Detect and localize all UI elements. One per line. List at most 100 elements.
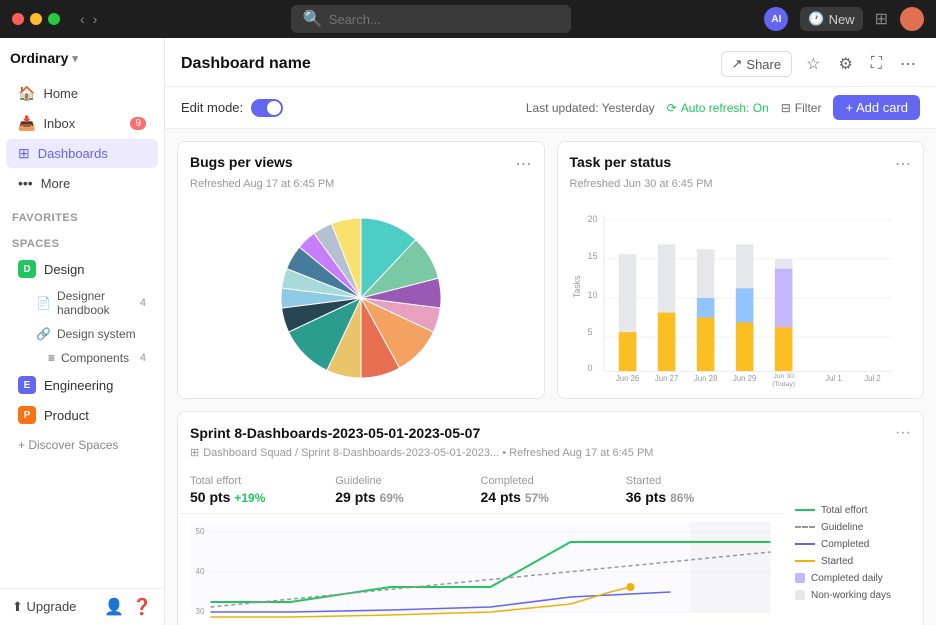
legend-total-effort: Total effort [795,505,911,516]
sprint-chart: 50 40 30 [178,514,783,625]
svg-text:Jun 26: Jun 26 [615,374,638,383]
ai-badge[interactable]: AI [764,7,788,31]
svg-text:30: 30 [196,607,205,616]
metric-completed: Completed 24 pts 57% [481,475,626,505]
search-input[interactable] [329,12,559,27]
link-icon: 🔗 [36,327,51,341]
task-card-menu[interactable]: ⋯ [895,154,911,174]
favorites-section-label: Favorites [0,202,164,228]
cards-grid: Bugs per views ⋯ Refreshed Aug 17 at 6:4… [165,129,936,411]
discover-spaces[interactable]: + Discover Spaces [6,432,158,458]
sidebar-item-product[interactable]: P Product [6,401,158,429]
help-icon[interactable]: ❓ [132,597,152,617]
bugs-card: Bugs per views ⋯ Refreshed Aug 17 at 6:4… [177,141,545,399]
inbox-icon: 📥 [18,115,35,132]
sprint-metrics-chart: Total effort 50 pts +19% Guideline 29 pt… [178,467,783,625]
avatar[interactable] [900,7,924,31]
task-card-header: Task per status ⋯ [558,142,924,178]
sidebar-item-design-system[interactable]: 🔗 Design system [6,323,158,345]
doc-icon: 📄 [36,296,51,310]
bugs-card-header: Bugs per views ⋯ [178,142,544,178]
svg-text:0: 0 [587,363,592,373]
sprint-breadcrumb: ⊞ Dashboard Squad / Sprint 8-Dashboards-… [178,446,923,467]
task-card-title: Task per status [570,154,672,170]
svg-text:15: 15 [587,251,597,261]
legend-line-total-effort [795,509,815,511]
filter-button[interactable]: ⊟ Filter [781,101,822,115]
sidebar: Ordinary ▾ 🏠 Home 📥 Inbox 9 ⊞ Dashboards… [0,38,165,625]
svg-text:5: 5 [587,327,592,337]
sprint-content: Total effort 50 pts +19% Guideline 29 pt… [178,467,923,625]
list-icon: ≡ [48,351,55,365]
svg-text:Jun 27: Jun 27 [654,374,677,383]
edit-mode-switch[interactable] [251,99,283,117]
star-icon[interactable]: ☆ [802,50,824,78]
main-layout: Ordinary ▾ 🏠 Home 📥 Inbox 9 ⊞ Dashboards… [0,38,936,625]
sidebar-item-inbox[interactable]: 📥 Inbox 9 [6,109,158,138]
sidebar-item-more[interactable]: ••• More [6,169,158,197]
sprint-card-menu[interactable]: ··· [895,424,911,442]
legend-line-completed [795,543,815,545]
fullscreen-icon[interactable]: ⛶ [867,51,886,77]
legend-box-non-working [795,590,805,600]
clock-icon: 🕐 [808,11,824,27]
more-options-icon[interactable]: ⋯ [896,50,920,78]
metric-total-effort: Total effort 50 pts +19% [190,475,335,505]
sidebar-item-engineering[interactable]: E Engineering [6,371,158,399]
dashboards-icon: ⊞ [18,145,30,162]
window-controls [12,13,60,25]
legend-started: Started [795,556,911,567]
svg-text:(Today): (Today) [772,381,795,388]
edit-mode-toggle: Edit mode: [181,99,283,117]
sprint-legend: Total effort Guideline Completed Started [783,467,923,625]
upgrade-button[interactable]: ⬆ Upgrade [12,599,76,615]
legend-dash-guideline [795,526,815,528]
svg-text:50: 50 [196,527,205,536]
share-button[interactable]: ↗ Share [721,51,793,77]
sidebar-bottom: ⬆ Upgrade 👤 ❓ [0,588,164,625]
workspace-header[interactable]: Ordinary ▾ [0,38,164,74]
home-icon: 🏠 [18,85,35,102]
user-icon[interactable]: 👤 [104,597,124,617]
new-button[interactable]: 🕐 New [800,7,862,31]
sidebar-item-design[interactable]: D Design [6,255,158,283]
search-bar[interactable]: 🔍 [291,5,571,33]
auto-refresh-label[interactable]: ⟳ Auto refresh: On [667,101,769,115]
spaces-section-label: Spaces [0,228,164,254]
sidebar-item-designer-handbook[interactable]: 📄 Designer handbook 4 [6,285,158,321]
legend-line-started [795,560,815,562]
titlebar: ‹ › 🔍 AI 🕐 New ⊞ [0,0,936,38]
sidebar-item-dashboards[interactable]: ⊞ Dashboards [6,139,158,168]
svg-text:Jun 28: Jun 28 [693,374,716,383]
sprint-card-title: Sprint 8-Dashboards-2023-05-01-2023-05-0… [190,425,480,441]
grid-icon[interactable]: ⊞ [875,9,888,29]
add-card-button[interactable]: + Add card [833,95,920,120]
bugs-card-menu[interactable]: ⋯ [516,154,532,174]
sidebar-nav: 🏠 Home 📥 Inbox 9 ⊞ Dashboards ••• More [0,74,164,202]
svg-text:Tasks: Tasks [571,275,581,298]
sidebar-item-home[interactable]: 🏠 Home [6,79,158,108]
svg-text:10: 10 [587,290,597,300]
chevron-down-icon: ▾ [72,52,78,65]
engineering-avatar: E [18,376,36,394]
forward-icon[interactable]: › [93,11,98,27]
back-icon[interactable]: ‹ [80,11,85,27]
maximize-button[interactable] [48,13,60,25]
svg-text:Jul 1: Jul 1 [825,374,841,383]
close-button[interactable] [12,13,24,25]
product-avatar: P [18,406,36,424]
upgrade-icon: ⬆ [12,599,23,614]
minimize-button[interactable] [30,13,42,25]
legend-box-completed-daily [795,573,805,583]
bugs-card-subtitle: Refreshed Aug 17 at 6:45 PM [178,178,544,198]
settings-icon[interactable]: ⚙ [834,50,856,78]
search-icon: 🔍 [303,9,323,29]
filter-icon: ⊟ [781,101,791,115]
bugs-card-title: Bugs per views [190,154,293,170]
content-header: Dashboard name ↗ Share ☆ ⚙ ⛶ ⋯ [165,38,936,87]
header-actions: ↗ Share ☆ ⚙ ⛶ ⋯ [721,50,921,78]
refresh-icon: ⟳ [667,101,677,115]
bugs-pie-chart [178,198,544,398]
legend-non-working: Non-working days [795,590,911,601]
sidebar-item-components[interactable]: ≡ Components 4 [6,347,158,369]
